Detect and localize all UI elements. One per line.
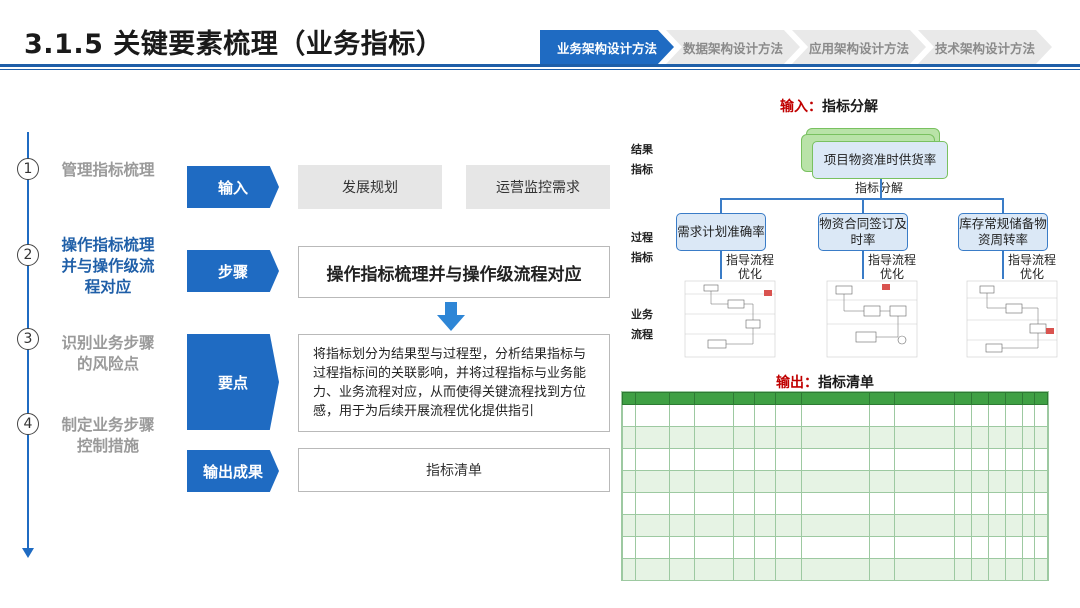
step-1-text[interactable]: 管理指标梳理 <box>56 160 160 181</box>
connector <box>720 198 722 214</box>
output-content: 指标清单 <box>298 448 610 492</box>
input-label: 输入 <box>187 166 279 208</box>
table-row <box>622 536 1048 559</box>
table-header-row <box>622 392 1048 405</box>
process-node-2: 物资合同签订及时率 <box>818 213 908 251</box>
table-row <box>622 492 1048 515</box>
connector <box>1002 251 1004 279</box>
table-row <box>622 514 1048 537</box>
guide-label-2: 指导流程优化 <box>867 253 916 281</box>
guide-label-1: 指导流程优化 <box>725 253 774 281</box>
table-row <box>622 470 1048 493</box>
output-title-prefix: 输出： <box>776 375 818 391</box>
slide: 3.1.5 关键要素梳理（业务指标） 业务架构设计方法 数据架构设计方法 应用架… <box>0 0 1080 608</box>
connector <box>862 251 864 279</box>
key-points-text: 将指标划分为结果型与过程型，分析结果指标与过程指标间的关联影响，并将过程指标与业… <box>313 347 587 419</box>
input-item-development-plan: 发展规划 <box>298 165 442 209</box>
tab-business-architecture[interactable]: 业务架构设计方法 <box>540 30 674 64</box>
flow-diagram-thumbnail-3 <box>966 280 1058 358</box>
flow-diagram-thumbnail-2 <box>826 280 918 358</box>
decompose-label: 指标分解 <box>855 181 904 195</box>
input-title-prefix: 输入： <box>780 99 822 115</box>
table-row <box>622 404 1048 427</box>
connector <box>1002 198 1004 214</box>
indicator-list-table <box>621 391 1049 581</box>
connector <box>720 198 1002 200</box>
output-label: 输出成果 <box>187 450 279 492</box>
guide-label-3: 指导流程优化 <box>1007 253 1056 281</box>
timeline-arrow-icon <box>22 548 34 558</box>
step-4-text[interactable]: 制定业务步骤控制措施 <box>56 415 160 457</box>
tab-technology-architecture[interactable]: 技术架构设计方法 <box>918 30 1052 64</box>
step-number-1: 1 <box>17 158 39 180</box>
input-item-monitoring-needs: 运营监控需求 <box>466 165 610 209</box>
down-arrow-icon <box>437 302 465 331</box>
table-row <box>622 558 1048 580</box>
indicator-table <box>622 392 1048 580</box>
input-title-text: 指标分解 <box>822 99 878 115</box>
result-node: 项目物资准时供货率 <box>812 141 948 179</box>
side-label-flow: 业务流程 <box>631 308 653 341</box>
process-node-3: 库存常规储备物资周转率 <box>958 213 1048 251</box>
process-node-1: 需求计划准确率 <box>676 213 766 251</box>
step-3-text[interactable]: 识别业务步骤的风险点 <box>56 333 160 375</box>
key-points-box: 将指标划分为结果型与过程型，分析结果指标与过程指标间的关联影响，并将过程指标与业… <box>298 334 610 432</box>
step-content: 操作指标梳理并与操作级流程对应 <box>298 246 610 298</box>
step-number-3: 3 <box>17 328 39 350</box>
connector <box>862 198 864 214</box>
output-diagram-title: 输出：指标清单 <box>776 372 874 392</box>
page-title: 3.1.5 关键要素梳理（业务指标） <box>24 29 444 60</box>
connector <box>880 179 882 199</box>
header-divider <box>0 64 1080 67</box>
input-diagram-title: 输入：指标分解 <box>780 96 878 116</box>
side-label-result: 结果指标 <box>631 143 653 176</box>
table-row <box>622 426 1048 449</box>
step-2-text[interactable]: 操作指标梳理并与操作级流程对应 <box>56 235 160 298</box>
key-points-label: 要点 <box>187 334 279 430</box>
tab-application-architecture[interactable]: 应用架构设计方法 <box>792 30 926 64</box>
top-nav: 业务架构设计方法 数据架构设计方法 应用架构设计方法 技术架构设计方法 <box>540 30 1052 64</box>
connector <box>720 251 722 279</box>
header-divider-thin <box>0 69 1080 70</box>
flow-diagram-thumbnail-1 <box>684 280 776 358</box>
tab-data-architecture[interactable]: 数据架构设计方法 <box>666 30 800 64</box>
step-label: 步骤 <box>187 250 279 292</box>
table-row <box>622 448 1048 471</box>
step-number-2: 2 <box>17 244 39 266</box>
output-title-text: 指标清单 <box>818 375 874 391</box>
step-number-4: 4 <box>17 413 39 435</box>
side-label-process: 过程指标 <box>631 231 653 264</box>
